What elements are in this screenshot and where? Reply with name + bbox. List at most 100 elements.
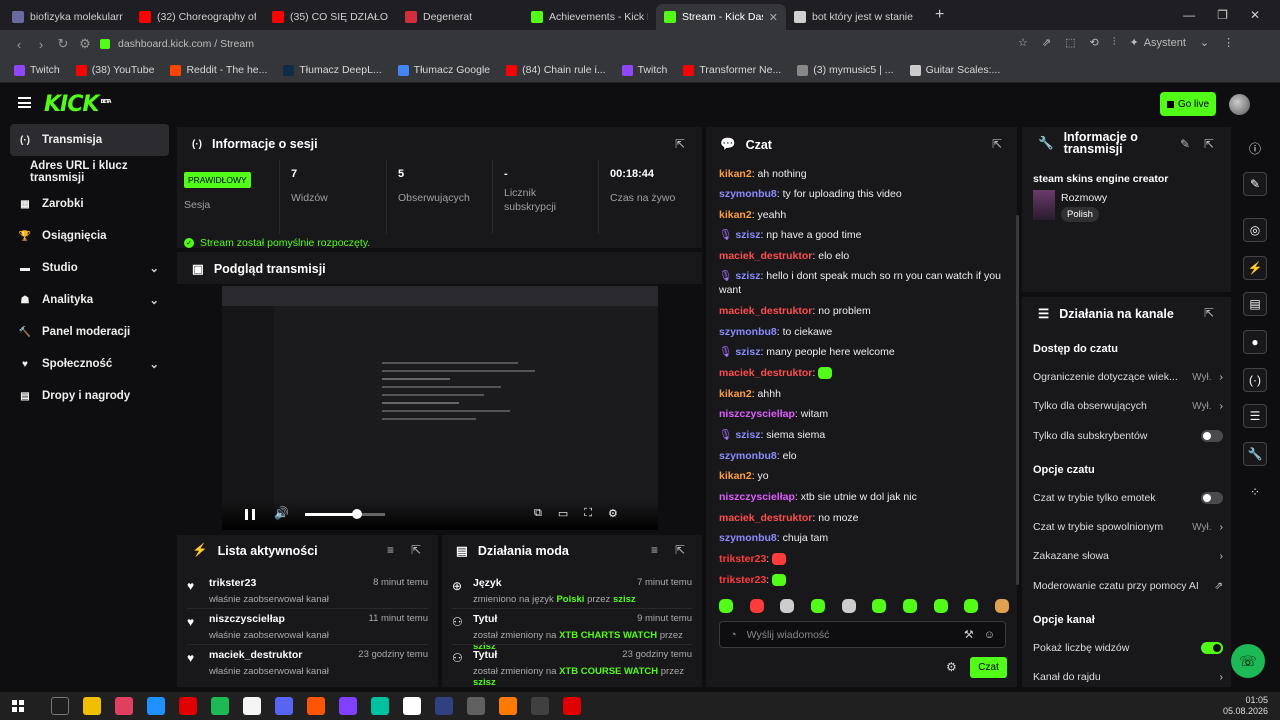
taskbar-app-icon[interactable] [339,697,357,715]
popout-icon[interactable]: ⇱ [675,543,685,557]
chat-username[interactable]: kikan2 [719,470,752,482]
menu-dots-icon[interactable]: ⋮ [1223,36,1234,49]
channel-setting-row[interactable]: Tylko dla obserwujących Wył. › [1033,400,1223,412]
chat-username[interactable]: trikster23 [719,553,766,565]
chat-settings-icon[interactable]: ⚙ [946,660,957,674]
emote-icon[interactable] [872,599,887,613]
chat-username[interactable]: maciek_destruktor [719,367,812,379]
channel-setting-row[interactable]: Moderowanie czatu przy pomocy AI ⇗ [1033,580,1223,592]
channel-setting-row[interactable]: Zakazane słowa › [1033,550,1223,562]
bookmark-item[interactable]: Twitch [621,64,667,76]
taskbar-app-icon[interactable] [51,697,69,715]
channel-setting-row[interactable]: Tylko dla subskrybentów [1033,430,1223,442]
taskbar-app-icon[interactable] [243,697,261,715]
command-icon[interactable]: ⚒ [964,628,974,641]
bookmark-item[interactable]: Twitch [14,64,60,76]
chat-username[interactable]: maciek_destruktor [719,250,812,262]
taskbar-app-icon[interactable] [83,697,101,715]
history-icon[interactable]: ⟲ [1090,36,1099,49]
taskbar-app-icon[interactable] [563,697,581,715]
taskbar-app-icon[interactable] [307,697,325,715]
emote-icon[interactable] [810,599,825,613]
filter-icon[interactable]: ≡ [651,543,658,557]
emote-icon[interactable] [994,599,1009,613]
sidebar-item-3[interactable]: ▦ Zarobki [10,188,169,220]
taskbar-app-icon[interactable] [499,697,517,715]
bookmark-item[interactable]: Reddit - The he... [170,64,267,76]
chat-username[interactable]: trikster23 [719,574,766,586]
bookmark-item[interactable]: Guitar Scales:... [909,64,1000,76]
pip-icon[interactable]: ⧉ [534,507,542,520]
apps-icon[interactable]: ⁘ [1243,480,1267,504]
emote-icon[interactable] [780,599,795,613]
volume-knob[interactable] [352,509,362,519]
extensions-icon[interactable]: ⬚ [1065,36,1075,49]
chat-username[interactable]: szisz [735,229,760,241]
sidebar-item-7[interactable]: 🔨 Panel moderacji [10,316,169,348]
emote-icon[interactable] [719,599,733,613]
bookmark-item[interactable]: Transformer Ne... [683,64,781,76]
chat-username[interactable]: niszczyscielłap [719,408,795,420]
settings-gear-icon[interactable]: ⚙ [608,507,618,520]
notes-icon[interactable]: ▤ [1243,292,1267,316]
bookmark-item[interactable]: (38) YouTube [75,64,154,76]
sidebar-item-9[interactable]: ▤ Dropy i nagrody [10,380,169,412]
popout-icon[interactable]: ⇱ [992,137,1002,151]
browser-tab[interactable]: Degenerat [397,4,523,30]
popout-icon[interactable]: ⇱ [411,543,421,557]
sidebar-item-5[interactable]: ▬ Studio ⌄ [10,252,169,284]
info-icon[interactable]: ⓘ [1243,136,1267,160]
volume-icon[interactable]: 🔊 [274,506,289,520]
bookmark-item[interactable]: Tłumacz Google [397,64,490,76]
taskbar-app-icon[interactable] [147,697,165,715]
theatre-icon[interactable]: ▭ [558,507,568,520]
toggle-switch[interactable] [1201,492,1223,504]
sound-icon[interactable]: ⫶ [1113,36,1116,49]
browser-tab[interactable]: (32) Choreography of the [131,4,264,30]
chat-username[interactable]: szymonbu8 [719,450,777,462]
chat-bubble-icon[interactable]: ● [1243,330,1267,354]
fullscreen-icon[interactable]: ⛶ [584,507,592,520]
taskbar-app-icon[interactable] [211,697,229,715]
browser-tab[interactable]: bot który jest w stanie pol [786,4,923,30]
sidebar-item-2[interactable]: Adres URL i klucz transmisji [10,156,169,188]
emote-icon[interactable] [964,599,979,613]
filter-icon[interactable]: ≡ [387,543,394,557]
pen-icon[interactable]: ✎ [1243,172,1267,196]
popout-icon[interactable]: ⇱ [1204,137,1214,151]
avatar[interactable] [1229,94,1250,115]
site-info-icon[interactable]: ⚙ [74,36,96,52]
taskbar-app-icon[interactable] [467,697,485,715]
go-live-button[interactable]: Go live [1160,92,1216,116]
windows-start-icon[interactable] [12,700,24,712]
browser-tab[interactable]: (35) CO SIĘ DZIAŁO U MF [264,4,397,30]
support-chat-button[interactable]: ☏ [1231,644,1265,678]
kick-logo[interactable]: KICK BETA [44,92,112,117]
taskbar-app-icon[interactable] [531,697,549,715]
hamburger-menu-icon[interactable] [18,97,31,108]
star-icon[interactable]: ☆ [1018,36,1028,49]
chat-username[interactable]: kikan2 [719,209,752,221]
sidebar-item-8[interactable]: ♥ Społeczność ⌄ [10,348,169,380]
channel-setting-row[interactable]: Pokaż liczbę widzów [1033,642,1223,654]
bookmark-item[interactable]: (3) mymusic5 | ... [797,64,894,76]
chat-username[interactable]: maciek_destruktor [719,305,812,317]
sidebar-item-1[interactable]: (·) Transmisja [10,124,169,156]
taskbar-app-icon[interactable] [403,697,421,715]
channel-setting-row[interactable]: Kanał do rajdu › [1033,671,1223,683]
emoji-icon[interactable]: ☺ [984,629,995,641]
sidebar-item-6[interactable]: ☗ Analityka ⌄ [10,284,169,316]
wrench-icon[interactable]: 🔧 [1243,442,1267,466]
new-tab-button[interactable]: + [935,6,944,24]
taskbar-app-icon[interactable] [435,697,453,715]
share-icon[interactable]: ⇗ [1042,36,1051,49]
chat-username[interactable]: niszczyscielłap [719,491,795,503]
channel-setting-row[interactable]: Ograniczenie dotyczące wiek... Wył. › [1033,371,1223,383]
sidebar-item-4[interactable]: 🏆 Osiągnięcia [10,220,169,252]
lightning-icon[interactable]: ⚡ [1243,256,1267,280]
chat-username[interactable]: szymonbu8 [719,326,777,338]
chat-scrollbar[interactable] [1016,215,1019,585]
bookmark-item[interactable]: Tłumacz DeepL... [283,64,382,76]
back-icon[interactable]: ‹ [8,37,30,52]
close-window-icon[interactable]: ✕ [1250,8,1260,22]
